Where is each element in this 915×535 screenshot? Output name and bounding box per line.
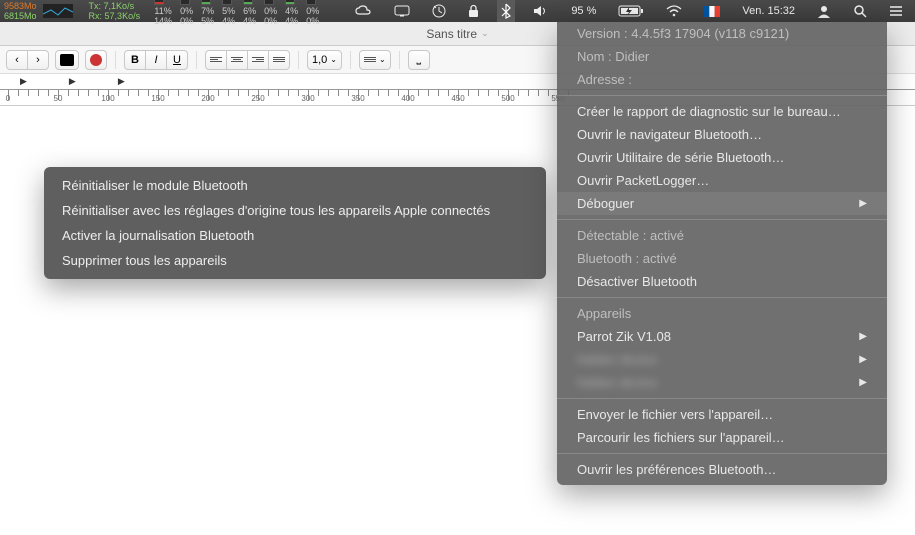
clock[interactable]: Ven. 15:32 (738, 0, 799, 22)
menubar-left: 9583Mo 6815Mo Tx: 7,1Ko/s Rx: 57,3Ko/s 1… (0, 0, 319, 26)
volume-icon[interactable] (529, 0, 553, 22)
notification-icon[interactable] (885, 0, 907, 22)
toolbar-separator (115, 51, 116, 69)
mem-used: 9583Mo (4, 1, 37, 11)
battery-percent[interactable]: 95 % (567, 0, 600, 22)
toolbar-separator (196, 51, 197, 69)
bt-send-file-item[interactable]: Envoyer le fichier vers l'appareil… (557, 403, 887, 426)
style-group: B I U (124, 50, 188, 70)
underline-button[interactable]: U (166, 50, 188, 70)
submenu-arrow-icon: ▶ (859, 327, 867, 346)
memory-stat: 9583Mo 6815Mo (4, 1, 37, 21)
bt-device-item[interactable]: Parrot Zik V1.08▶ (557, 325, 887, 348)
bt-detectable-row: Détectable : activé (557, 224, 887, 247)
bt-devices-header: Appareils (557, 302, 887, 325)
bt-menu-item[interactable]: Ouvrir le navigateur Bluetooth… (557, 123, 887, 146)
menu-separator (557, 95, 887, 96)
cpu-percent-boxes: 11%14%0%0%7%5%5%4%6%4%0%0%4%4%0%0% (154, 0, 319, 26)
mem-free: 6815Mo (4, 11, 37, 21)
input-flag[interactable] (700, 0, 724, 22)
fill-color-button[interactable] (55, 50, 79, 70)
toolbar-separator (298, 51, 299, 69)
debug-submenu-item[interactable]: Réinitialiser avec les réglages d'origin… (44, 198, 546, 223)
stroke-color-button[interactable] (85, 50, 107, 70)
bt-disable-item[interactable]: Désactiver Bluetooth (557, 270, 887, 293)
menu-separator (557, 219, 887, 220)
swatch-black-icon (60, 54, 74, 66)
align-right-button[interactable] (247, 50, 269, 70)
bt-menu-item[interactable]: Créer le rapport de diagnostic sur le bu… (557, 100, 887, 123)
bt-menu-item[interactable]: Ouvrir PacketLogger… (557, 169, 887, 192)
creative-cloud-icon[interactable] (350, 0, 376, 22)
timemachine-icon[interactable] (428, 0, 450, 22)
submenu-arrow-icon: ▶ (859, 194, 867, 213)
bt-device-item[interactable]: hidden device▶ (557, 348, 887, 371)
play-marker-icon[interactable]: ▶ (118, 76, 125, 87)
menubar-right: 95 % Ven. 15:32 (350, 0, 915, 22)
extra-button[interactable]: ⎵ (408, 50, 430, 70)
align-center-button[interactable] (226, 50, 248, 70)
play-marker-icon[interactable]: ▶ (20, 76, 27, 87)
bt-device-item[interactable]: hidden device▶ (557, 371, 887, 394)
bt-debug-item[interactable]: Déboguer▶ (557, 192, 887, 215)
italic-button[interactable]: I (145, 50, 167, 70)
debug-submenu-item[interactable]: Activer la journalisation Bluetooth (44, 223, 546, 248)
forward-button[interactable]: › (27, 50, 49, 70)
display-icon[interactable] (390, 0, 414, 22)
lock-icon[interactable] (464, 0, 483, 22)
battery-icon[interactable] (614, 0, 648, 22)
bt-name-row: Nom : Didier (557, 45, 887, 68)
bt-prefs-item[interactable]: Ouvrir les préférences Bluetooth… (557, 458, 887, 481)
bt-version-row: Version : 4.4.5f3 17904 (v118 c9121) (557, 22, 887, 45)
play-marker-icon[interactable]: ▶ (69, 76, 76, 87)
bt-address-row: Adresse : (557, 68, 887, 91)
align-group (205, 50, 290, 70)
macos-menubar: 9583Mo 6815Mo Tx: 7,1Ko/s Rx: 57,3Ko/s 1… (0, 0, 915, 22)
debug-submenu-item[interactable]: Supprimer tous les appareils (44, 248, 546, 273)
navigation-group: ‹ › (6, 50, 49, 70)
spotlight-icon[interactable] (849, 0, 871, 22)
document-title: Sans titre (426, 27, 477, 41)
submenu-arrow-icon: ▶ (859, 350, 867, 369)
network-stat: Tx: 7,1Ko/s Rx: 57,3Ko/s (89, 1, 141, 21)
toolbar-separator (350, 51, 351, 69)
submenu-arrow-icon: ▶ (859, 373, 867, 392)
bt-menu-item[interactable]: Ouvrir Utilitaire de série Bluetooth… (557, 146, 887, 169)
menu-separator (557, 453, 887, 454)
bold-button[interactable]: B (124, 50, 146, 70)
bt-state-row: Bluetooth : activé (557, 247, 887, 270)
bluetooth-icon[interactable] (497, 0, 515, 22)
menu-separator (557, 398, 887, 399)
swatch-red-icon (90, 54, 102, 66)
flag-fr-icon (704, 6, 720, 17)
debug-submenu-item[interactable]: Réinitialiser le module Bluetooth (44, 173, 546, 198)
mem-graph-icon (43, 4, 73, 18)
align-justify-button[interactable] (268, 50, 290, 70)
list-style-select[interactable]: ⌄ (359, 50, 391, 70)
bluetooth-menu: Version : 4.4.5f3 17904 (v118 c9121) Nom… (557, 22, 887, 485)
user-icon[interactable] (813, 0, 835, 22)
tab-markers: ▶ ▶ ▶ (20, 76, 125, 87)
toolbar-separator (399, 51, 400, 69)
wifi-icon[interactable] (662, 0, 686, 22)
line-spacing-select[interactable]: 1,0 ⌄ (307, 50, 342, 70)
bluetooth-debug-submenu: Réinitialiser le module BluetoothRéiniti… (44, 167, 546, 279)
bt-browse-files-item[interactable]: Parcourir les fichiers sur l'appareil… (557, 426, 887, 449)
menu-separator (557, 297, 887, 298)
align-left-button[interactable] (205, 50, 227, 70)
chevron-down-icon[interactable]: ⌄ (481, 28, 489, 39)
back-button[interactable]: ‹ (6, 50, 28, 70)
